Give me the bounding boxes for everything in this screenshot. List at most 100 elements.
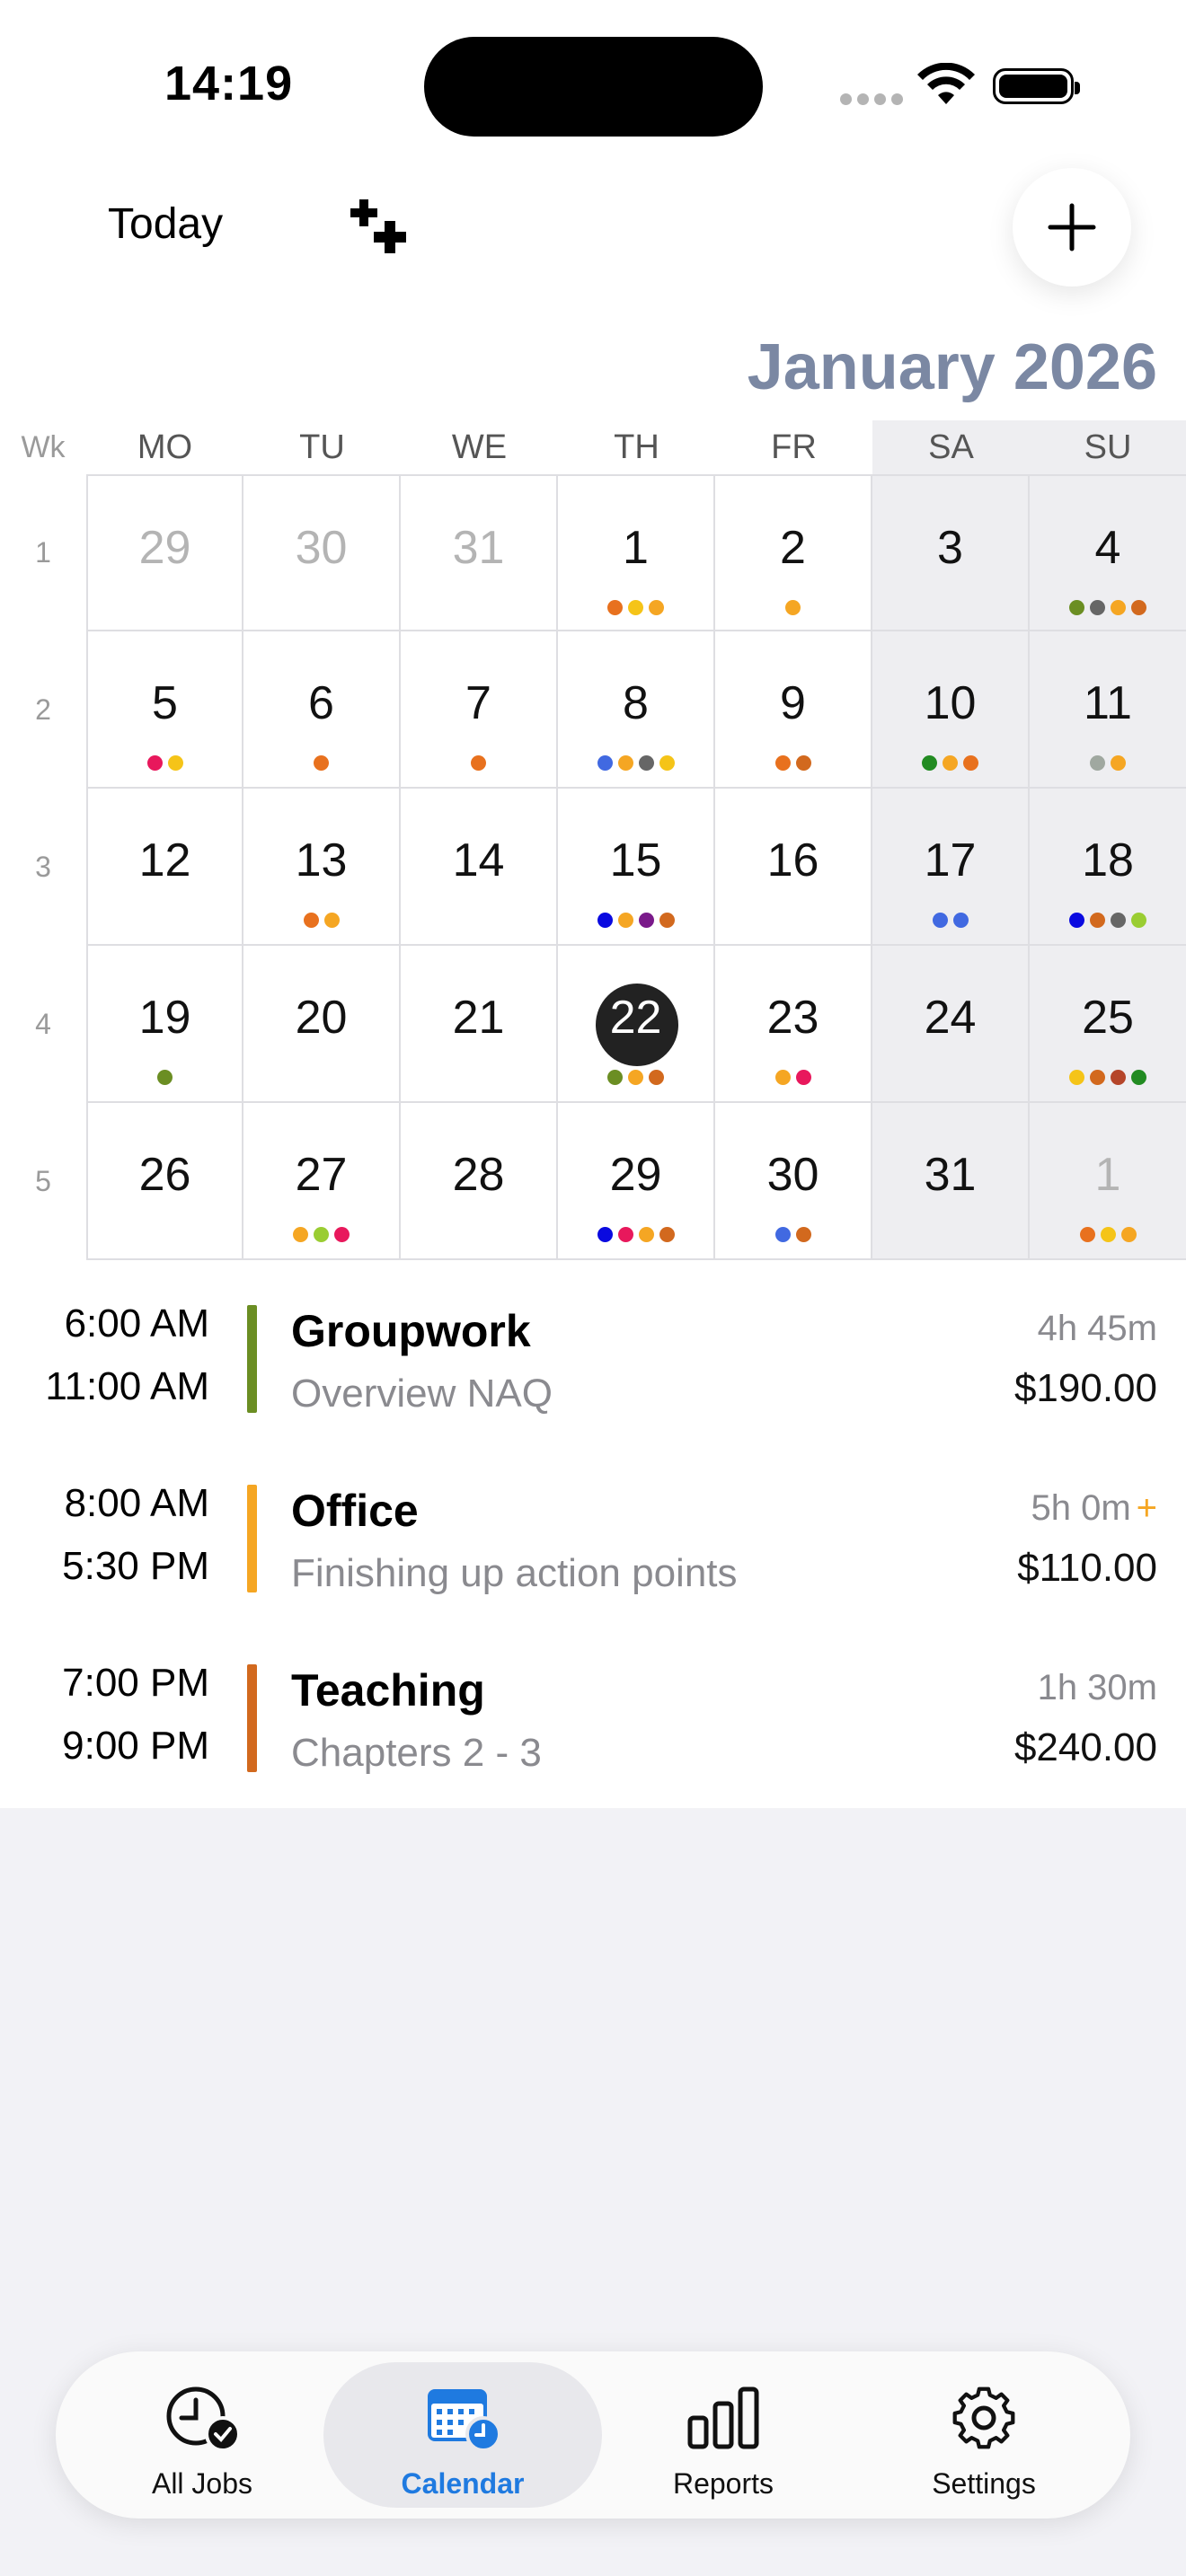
gear-icon — [952, 2386, 1015, 2449]
event-dot — [146, 755, 163, 771]
add-job-button[interactable] — [1013, 168, 1131, 287]
event-row[interactable]: 8:00 AM 5:30 PM Office Finishing up action … — [0, 1442, 1186, 1621]
day-number: 21 — [452, 992, 505, 1044]
tab-settings[interactable]: Settings — [845, 2362, 1123, 2508]
event-dots — [715, 1227, 871, 1242]
event-color-bar — [247, 1305, 257, 1413]
event-color-bar — [247, 1485, 257, 1592]
calendar-day[interactable]: 27 — [243, 1103, 401, 1260]
tab-all-jobs[interactable]: All Jobs — [63, 2362, 341, 2508]
day-header-we: WE — [451, 428, 508, 466]
event-dot — [952, 913, 969, 928]
calendar-day[interactable]: 24 — [872, 946, 1030, 1103]
event-dot — [157, 1070, 173, 1085]
event-dot — [293, 1227, 308, 1242]
bar-chart-icon — [687, 2386, 759, 2449]
plus-icon — [1048, 203, 1096, 251]
calendar-day-today[interactable]: 22 — [558, 946, 715, 1103]
event-dot — [1120, 1227, 1137, 1242]
calendar-day[interactable]: 8 — [558, 631, 715, 789]
event-dot — [932, 913, 948, 928]
calendar-day[interactable]: 21 — [401, 946, 558, 1103]
event-row[interactable]: 7:00 PM 9:00 PM Teaching Chapters 2 - 3 $240… — [0, 1621, 1186, 1801]
calendar-day[interactable]: 31 — [401, 474, 558, 631]
event-dot — [1069, 913, 1084, 928]
calendar-day[interactable]: 11 — [1030, 631, 1186, 789]
calendar-day[interactable]: 16 — [715, 789, 872, 946]
calendar-day[interactable]: 29 — [86, 474, 243, 631]
calendar-day[interactable]: 10 — [872, 631, 1030, 789]
day-number: 13 — [295, 834, 348, 887]
event-dot — [597, 1227, 613, 1242]
calendar-day[interactable]: 31 — [872, 1103, 1030, 1260]
event-dot — [795, 755, 811, 771]
day-number: 16 — [766, 834, 819, 887]
event-dots — [1030, 1227, 1186, 1242]
day-header-sa: SA — [872, 420, 1030, 474]
event-dot — [597, 755, 613, 771]
event-dot — [607, 600, 623, 615]
calendar-day[interactable]: 6 — [243, 631, 401, 789]
calendar-day[interactable]: 13 — [243, 789, 401, 946]
event-dot — [1131, 913, 1146, 928]
event-amount: $190.00 — [1013, 1366, 1157, 1410]
calendar-day[interactable]: 29 — [558, 1103, 715, 1260]
tab-label: Reports — [672, 2467, 774, 2500]
calendar-day[interactable]: 1 — [1030, 1103, 1186, 1260]
event-dot — [1090, 913, 1105, 928]
event-dot — [1090, 1070, 1105, 1085]
tab-label: Calendar — [401, 2467, 525, 2500]
event-dots — [715, 1070, 871, 1085]
day-number: 29 — [138, 522, 191, 574]
day-number: 23 — [766, 992, 819, 1044]
day-header-tu: TU — [299, 428, 345, 466]
calendar-day[interactable]: 19 — [86, 946, 243, 1103]
calendar-day[interactable]: 30 — [715, 1103, 872, 1260]
event-dot — [774, 1070, 791, 1085]
day-number: 28 — [452, 1149, 505, 1201]
calendar-day[interactable]: 17 — [872, 789, 1030, 946]
calendar-day[interactable]: 23 — [715, 946, 872, 1103]
event-dot — [649, 1070, 664, 1085]
tab-reports[interactable]: Reports — [584, 2362, 863, 2508]
week-number: 2 — [35, 693, 51, 726]
calendar-day[interactable]: 30 — [243, 474, 401, 631]
calendar-day[interactable]: 25 — [1030, 946, 1186, 1103]
calendar-day[interactable]: 14 — [401, 789, 558, 946]
event-dot — [303, 913, 319, 928]
tab-calendar[interactable]: Calendar — [323, 2362, 602, 2508]
day-number: 11 — [1084, 677, 1132, 729]
event-subtitle: Finishing up action points — [291, 1551, 738, 1595]
calendar-day[interactable]: 9 — [715, 631, 872, 789]
calendar-day[interactable]: 3 — [872, 474, 1030, 631]
calendar-day[interactable]: 4 — [1030, 474, 1186, 631]
day-number: 8 — [623, 677, 649, 729]
calendar-day[interactable]: 20 — [243, 946, 401, 1103]
calendar-day[interactable]: 26 — [86, 1103, 243, 1260]
today-button[interactable]: Today — [108, 199, 223, 249]
event-dots — [715, 600, 871, 615]
calendar-day[interactable]: 28 — [401, 1103, 558, 1260]
multi-add-icon[interactable] — [349, 196, 412, 259]
calendar-day[interactable]: 15 — [558, 789, 715, 946]
day-number: 29 — [609, 1149, 662, 1201]
week-number: 1 — [35, 536, 51, 569]
event-row[interactable]: 6:00 AM 11:00 AM Groupwork Overview NAQ $190… — [0, 1262, 1186, 1442]
event-dot — [167, 755, 183, 771]
calendar-clock-icon — [428, 2389, 501, 2452]
event-dot — [1069, 600, 1084, 615]
event-dot — [659, 755, 675, 771]
event-dots — [872, 755, 1028, 771]
event-dots — [558, 600, 713, 615]
calendar-day[interactable]: 12 — [86, 789, 243, 946]
day-number: 18 — [1082, 834, 1134, 887]
calendar-day[interactable]: 18 — [1030, 789, 1186, 946]
calendar-day[interactable]: 7 — [401, 631, 558, 789]
day-header-th: TH — [614, 428, 659, 466]
calendar-day[interactable]: 2 — [715, 474, 872, 631]
event-amount: $240.00 — [1013, 1725, 1157, 1769]
calendar-day[interactable]: 5 — [86, 631, 243, 789]
event-dot — [334, 1227, 350, 1242]
wifi-icon — [917, 63, 975, 104]
calendar-day[interactable]: 1 — [558, 474, 715, 631]
